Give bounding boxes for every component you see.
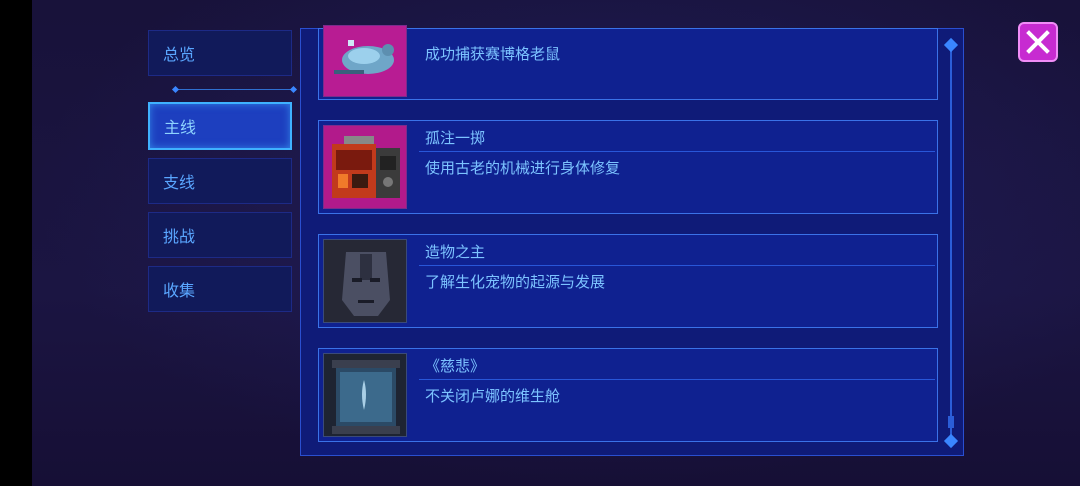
achievement-title: 《慈悲》	[425, 357, 486, 375]
achievement-card[interactable]: 造物之主 了解生化宠物的起源与发展	[318, 234, 938, 328]
tab-collection[interactable]: 收集	[148, 266, 292, 312]
achievement-desc: 了解生化宠物的起源与发展	[425, 273, 606, 291]
tab-overview[interactable]: 总览	[148, 30, 292, 76]
achievement-desc: 成功捕获赛博格老鼠	[425, 45, 561, 63]
tab-label: 挑战	[163, 227, 196, 246]
tab-label: 总览	[163, 45, 196, 64]
tab-label: 支线	[163, 173, 196, 192]
screen-edge	[0, 0, 32, 486]
achievement-card[interactable]: 孤注一掷 使用古老的机械进行身体修复	[318, 120, 938, 214]
card-divider	[419, 265, 935, 266]
tab-label: 收集	[163, 281, 196, 300]
achievement-card[interactable]: 成功捕获赛博格老鼠	[318, 25, 938, 100]
tab-main-story[interactable]: 主线	[148, 102, 292, 150]
achievement-card[interactable]: 《慈悲》 不关闭卢娜的维生舱	[318, 348, 938, 442]
achievement-desc: 不关闭卢娜的维生舱	[425, 387, 561, 405]
repair-machine-icon	[323, 125, 407, 209]
tab-challenge[interactable]: 挑战	[148, 212, 292, 258]
robot-face-icon	[323, 239, 407, 323]
close-button[interactable]	[1018, 22, 1058, 62]
sidebar-divider	[176, 89, 294, 90]
scroll-thumb[interactable]	[948, 416, 954, 428]
scroll-track-line	[950, 44, 952, 442]
card-divider	[419, 151, 935, 152]
tab-side-story[interactable]: 支线	[148, 158, 292, 204]
tab-label: 主线	[164, 118, 197, 137]
achievement-title: 造物之主	[425, 243, 486, 261]
close-icon	[1026, 30, 1050, 54]
life-pod-icon	[323, 353, 407, 437]
cyber-rat-icon	[323, 25, 407, 97]
achievement-desc: 使用古老的机械进行身体修复	[425, 159, 621, 177]
achievement-title: 孤注一掷	[425, 129, 486, 147]
card-divider	[419, 379, 935, 380]
scrollbar[interactable]	[943, 37, 959, 449]
